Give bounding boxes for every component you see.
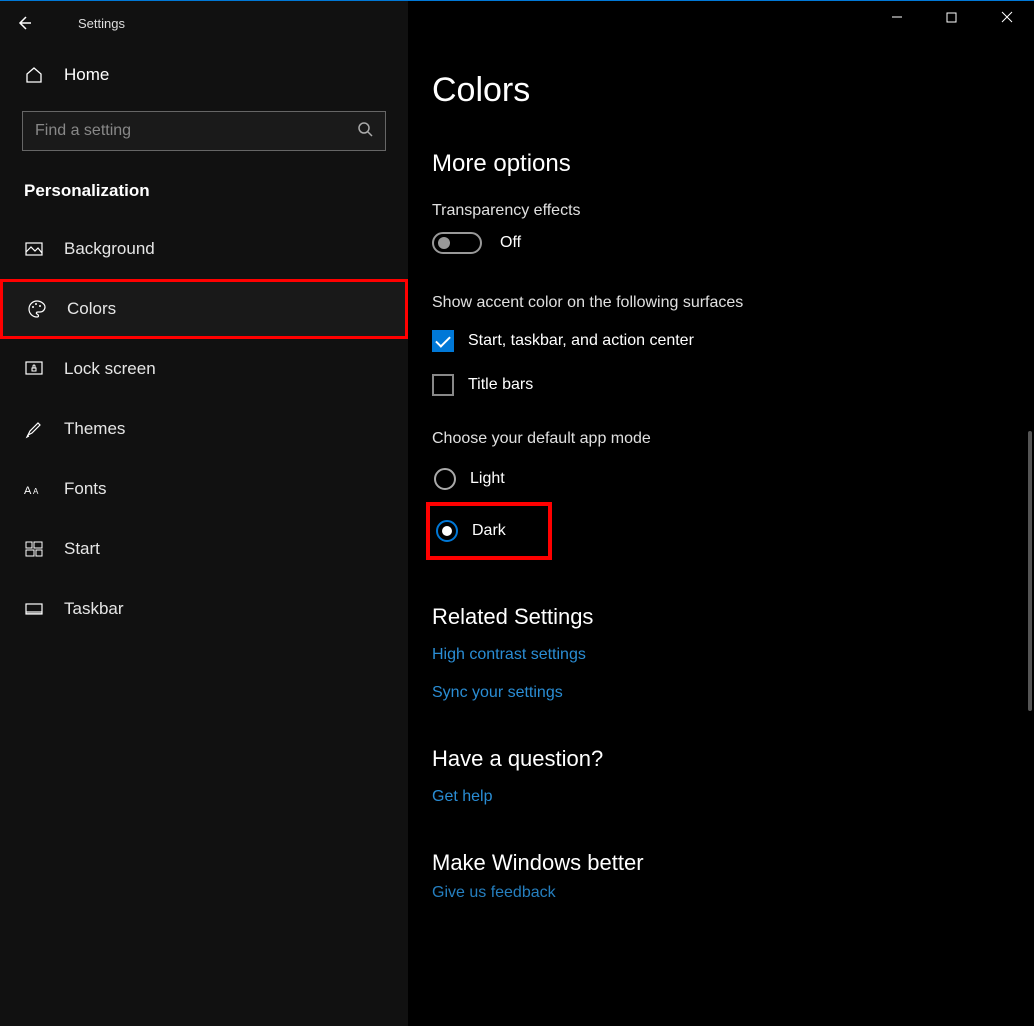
fonts-icon: AA: [24, 479, 44, 499]
minimize-button[interactable]: [869, 1, 924, 33]
radio-light[interactable]: Light: [432, 462, 1034, 496]
sidebar-item-label: Start: [64, 539, 100, 559]
home-label: Home: [64, 65, 109, 85]
home-icon: [24, 65, 44, 85]
scrollbar-thumb[interactable]: [1028, 431, 1032, 711]
radio-label: Light: [470, 470, 505, 488]
picture-icon: [24, 239, 44, 259]
checkbox-start-taskbar[interactable]: Start, taskbar, and action center: [432, 330, 1034, 352]
radio-icon: [436, 520, 458, 542]
sidebar-item-label: Lock screen: [64, 359, 156, 379]
sidebar-item-background[interactable]: Background: [0, 219, 408, 279]
sidebar-item-label: Colors: [67, 299, 116, 319]
main-pane: Colors More options Transparency effects…: [408, 1, 1034, 1026]
have-a-question-heading: Have a question?: [432, 746, 1034, 772]
sidebar-item-fonts[interactable]: AA Fonts: [0, 459, 408, 519]
radio-icon: [434, 468, 456, 490]
sidebar-item-start[interactable]: Start: [0, 519, 408, 579]
transparency-state: Off: [500, 234, 521, 252]
radio-dark[interactable]: Dark: [434, 514, 508, 548]
checkbox-titlebars[interactable]: Title bars: [432, 374, 1034, 396]
minimize-icon: [891, 11, 903, 23]
svg-text:A: A: [33, 487, 39, 496]
app-mode-label: Choose your default app mode: [432, 430, 1034, 448]
link-get-help[interactable]: Get help: [432, 788, 1034, 806]
checkbox-label: Start, taskbar, and action center: [468, 332, 694, 350]
checkbox-icon: [432, 330, 454, 352]
lock-screen-icon: [24, 359, 44, 379]
link-high-contrast[interactable]: High contrast settings: [432, 646, 1034, 664]
page-title: Colors: [432, 71, 1034, 110]
category-title: Personalization: [0, 175, 408, 219]
taskbar-icon: [24, 599, 44, 619]
back-arrow-icon: [16, 15, 32, 31]
transparency-label: Transparency effects: [432, 202, 1034, 220]
search-input[interactable]: [35, 122, 357, 140]
radio-label: Dark: [472, 522, 506, 540]
search-box[interactable]: [22, 111, 386, 151]
sidebar-item-lockscreen[interactable]: Lock screen: [0, 339, 408, 399]
paintbrush-icon: [24, 419, 44, 439]
link-sync-settings[interactable]: Sync your settings: [432, 684, 1034, 702]
sidebar-item-themes[interactable]: Themes: [0, 399, 408, 459]
palette-icon: [27, 299, 47, 319]
start-tiles-icon: [24, 539, 44, 559]
maximize-icon: [946, 12, 957, 23]
related-settings-heading: Related Settings: [432, 604, 1034, 630]
sidebar-item-label: Background: [64, 239, 155, 259]
checkbox-icon: [432, 374, 454, 396]
close-button[interactable]: [979, 1, 1034, 33]
sidebar-item-label: Themes: [64, 419, 125, 439]
sidebar-item-colors[interactable]: Colors: [0, 279, 408, 339]
svg-text:A: A: [24, 485, 32, 497]
accent-surfaces-label: Show accent color on the following surfa…: [432, 294, 1034, 312]
more-options-heading: More options: [432, 150, 1034, 178]
make-windows-better-heading: Make Windows better: [432, 850, 1034, 876]
window-caption-buttons: [869, 1, 1034, 33]
sidebar: Settings Home Personalization Background…: [0, 1, 408, 1026]
back-button[interactable]: [0, 7, 48, 39]
radio-dark-highlight: Dark: [426, 502, 552, 560]
sidebar-item-label: Taskbar: [64, 599, 124, 619]
sidebar-item-label: Fonts: [64, 479, 107, 499]
sidebar-item-taskbar[interactable]: Taskbar: [0, 579, 408, 639]
checkbox-label: Title bars: [468, 376, 533, 394]
maximize-button[interactable]: [924, 1, 979, 33]
link-give-feedback[interactable]: Give us feedback: [432, 884, 1034, 898]
app-title: Settings: [78, 16, 125, 31]
close-icon: [1001, 11, 1013, 23]
titlebar-left: Settings: [0, 7, 408, 39]
search-icon: [357, 121, 373, 142]
home-button[interactable]: Home: [0, 39, 408, 111]
transparency-toggle[interactable]: [432, 232, 482, 254]
